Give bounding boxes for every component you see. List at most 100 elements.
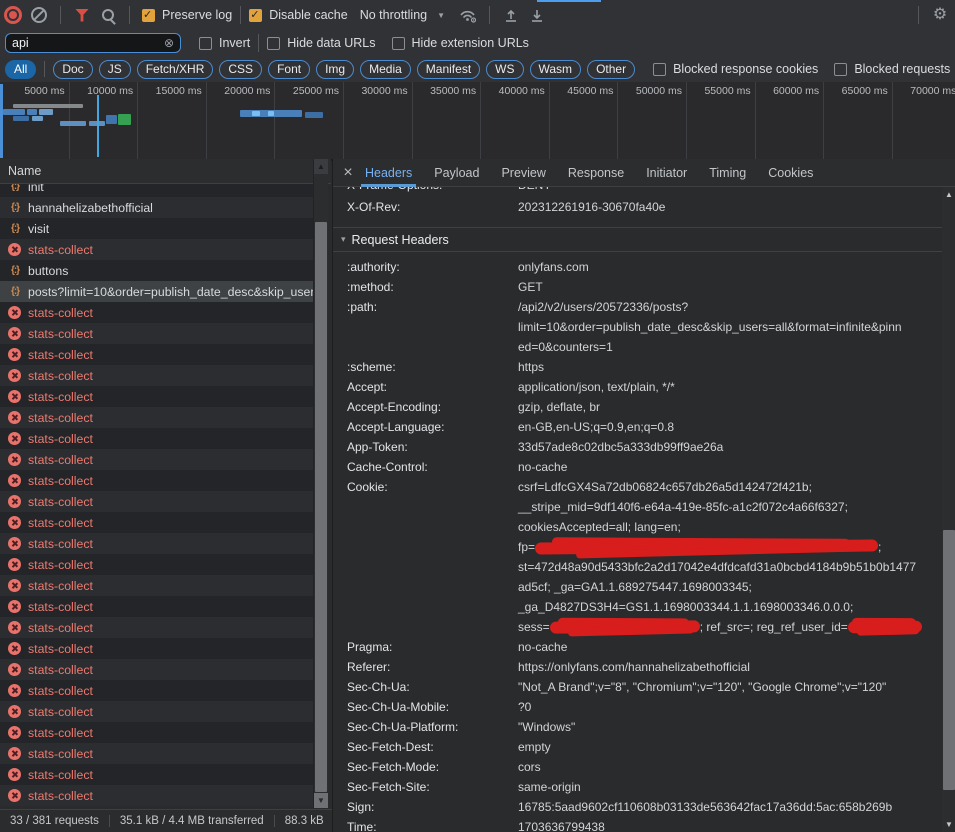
network-overview-timeline[interactable]: 5000 ms10000 ms15000 ms20000 ms25000 ms3… [0,82,955,161]
filter-pill-wasm[interactable]: Wasm [530,60,582,79]
record-button[interactable] [0,2,26,28]
request-row[interactable]: stats-collect [0,743,313,764]
filter-pill-js[interactable]: JS [99,60,131,79]
request-row[interactable]: stats-collect [0,596,313,617]
scroll-down-icon[interactable]: ▼ [314,793,328,808]
request-row[interactable]: stats-collect [0,575,313,596]
request-name: stats-collect [28,621,93,635]
checkbox-unchecked-icon [392,37,405,50]
name-column-header[interactable]: Name [0,159,331,184]
tab-headers[interactable]: Headers [363,159,414,187]
request-row[interactable]: stats-collect [0,428,313,449]
tab-timing[interactable]: Timing [707,159,748,187]
request-header-row: Cookie:csrf=LdfcGX4Sa72db06824c657db26a5… [333,477,955,637]
filter-pill-other[interactable]: Other [587,60,635,79]
tab-payload[interactable]: Payload [432,159,481,187]
request-row[interactable]: stats-collect [0,722,313,743]
scrollbar-thumb[interactable] [943,530,955,790]
header-name: X-Of-Rev: [333,197,518,217]
filter-pill-media[interactable]: Media [360,60,411,79]
request-row[interactable]: stats-collect [0,239,313,260]
throttling-value: No throttling [360,8,427,22]
filter-input[interactable]: api ⊗ [5,33,181,53]
waterfall-bar [118,114,131,125]
tab-cookies[interactable]: Cookies [766,159,815,187]
tab-preview[interactable]: Preview [499,159,547,187]
clear-filter-icon[interactable]: ⊗ [164,37,174,49]
filter-toggle-button[interactable] [69,2,95,28]
header-name: Pragma: [333,637,518,657]
requests-count: 33 / 381 requests [0,815,109,827]
request-row[interactable]: stats-collect [0,764,313,785]
request-row[interactable]: stats-collect [0,386,313,407]
settings-button[interactable]: ⚙ [927,2,953,28]
filter-pill-fetch-xhr[interactable]: Fetch/XHR [137,60,214,79]
request-row[interactable]: stats-collect [0,449,313,470]
network-conditions-button[interactable] [455,2,481,28]
request-list-scrollbar[interactable]: ▲ ▼ [313,159,328,808]
request-headers-section-header[interactable]: ▾ Request Headers [333,227,955,252]
header-name: :authority: [333,257,518,277]
tab-response[interactable]: Response [566,159,626,187]
invert-checkbox[interactable]: Invert [199,36,250,50]
search-button[interactable] [95,2,121,28]
preserve-log-checkbox[interactable]: Preserve log [142,8,232,22]
header-value-line: https://onlyfans.com/hannahelizabethoffi… [518,657,930,677]
request-row[interactable]: stats-collect [0,470,313,491]
request-row[interactable]: stats-collect [0,659,313,680]
scrollbar-thumb[interactable] [315,222,327,792]
request-row[interactable]: {:}buttons [0,260,313,281]
request-row[interactable]: stats-collect [0,617,313,638]
details-scrollbar[interactable]: ▲ ▼ [942,187,955,832]
header-value-line: 16785:5aad9602cf110608b03133de563642fac1… [518,797,930,817]
request-row[interactable]: stats-collect [0,533,313,554]
request-header-row: Sec-Fetch-Mode:cors [333,757,955,777]
request-row[interactable]: stats-collect [0,554,313,575]
request-row[interactable]: stats-collect [0,344,313,365]
hide-data-urls-checkbox[interactable]: Hide data URLs [267,36,375,50]
chevron-down-icon: ▼ [437,11,445,20]
close-icon[interactable]: × [333,159,363,187]
request-name: posts?limit=10&order=publish_date_desc&s… [28,285,313,299]
import-har-button[interactable] [498,2,524,28]
request-header-row: Referer:https://onlyfans.com/hannaheliza… [333,657,955,677]
filter-pill-all[interactable]: All [5,60,36,79]
request-row[interactable]: {:}hannahelizabethofficial [0,197,313,218]
filter-pill-img[interactable]: Img [316,60,354,79]
request-row[interactable]: {:}posts?limit=10&order=publish_date_des… [0,281,313,302]
request-row[interactable]: stats-collect [0,407,313,428]
overview-left-handle[interactable] [0,84,3,158]
request-row[interactable]: stats-collect [0,512,313,533]
clear-button[interactable] [26,2,52,28]
blocked-response-cookies-checkbox[interactable]: Blocked response cookies [653,62,818,76]
request-row[interactable]: {:}visit [0,218,313,239]
filter-pill-ws[interactable]: WS [486,60,523,79]
header-value-text: empty [518,740,551,754]
request-row[interactable]: stats-collect [0,785,313,806]
error-icon [8,474,21,487]
hide-extension-urls-checkbox[interactable]: Hide extension URLs [392,36,529,50]
disable-cache-checkbox[interactable]: Disable cache [249,8,348,22]
request-row[interactable]: stats-collect [0,365,313,386]
request-row[interactable]: stats-collect [0,302,313,323]
export-har-button[interactable] [524,2,550,28]
request-row[interactable]: stats-collect [0,323,313,344]
filter-pill-css[interactable]: CSS [219,60,262,79]
scroll-down-icon[interactable]: ▼ [942,817,955,832]
error-icon [8,726,21,739]
request-row[interactable]: stats-collect [0,638,313,659]
filter-pill-font[interactable]: Font [268,60,310,79]
request-row[interactable]: stats-collect [0,680,313,701]
header-value-text: ad5cf; _ga=GA1.1.689275447.1698003345; [518,580,752,594]
request-row[interactable]: stats-collect [0,491,313,512]
filter-pill-doc[interactable]: Doc [53,60,92,79]
tab-initiator[interactable]: Initiator [644,159,689,187]
header-value-line: "Not_A Brand";v="8", "Chromium";v="120",… [518,677,930,697]
blocked-requests-checkbox[interactable]: Blocked requests [834,62,950,76]
filter-pill-manifest[interactable]: Manifest [417,60,480,79]
request-row[interactable]: {:}init [0,184,313,197]
scroll-up-icon[interactable]: ▲ [314,159,328,174]
throttling-dropdown[interactable]: No throttling ▼ [360,8,445,22]
request-row[interactable]: stats-collect [0,701,313,722]
request-header-row: :method:GET [333,277,955,297]
